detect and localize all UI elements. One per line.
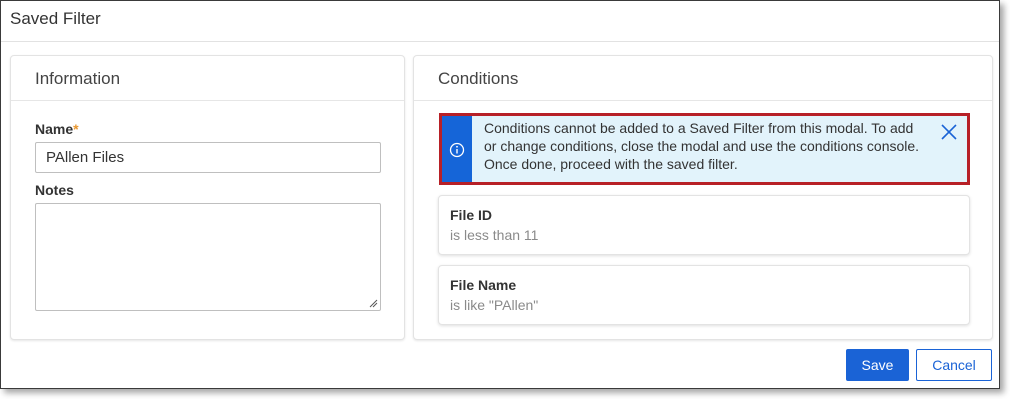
panel-divider xyxy=(11,100,404,101)
condition-operator: is less than 11 xyxy=(450,227,539,243)
info-alert: Conditions cannot be added to a Saved Fi… xyxy=(442,116,967,182)
alert-stripe xyxy=(442,116,472,182)
header-divider xyxy=(1,41,999,42)
condition-operator: is like "PAllen" xyxy=(450,297,539,313)
panel-divider xyxy=(414,100,992,101)
name-label-text: Name xyxy=(35,121,74,137)
alert-message: Conditions cannot be added to a Saved Fi… xyxy=(484,120,920,172)
condition-field: File ID xyxy=(450,207,493,223)
saved-filter-modal: Saved Filter Information Name* Notes Con… xyxy=(0,0,1000,389)
notes-label: Notes xyxy=(35,182,74,198)
save-button[interactable]: Save xyxy=(846,349,909,381)
information-panel: Information Name* Notes xyxy=(10,55,405,340)
resize-grip-icon[interactable] xyxy=(369,299,378,308)
notes-textarea[interactable] xyxy=(35,203,381,311)
condition-card[interactable]: File ID is less than 11 xyxy=(438,195,970,255)
condition-field: File Name xyxy=(450,277,517,293)
information-panel-title: Information xyxy=(35,69,121,88)
required-indicator: * xyxy=(73,121,79,137)
name-input[interactable] xyxy=(35,142,381,173)
name-label: Name* xyxy=(35,121,79,137)
info-icon xyxy=(449,142,465,158)
condition-card[interactable]: File Name is like "PAllen" xyxy=(438,265,970,325)
cancel-button[interactable]: Cancel xyxy=(916,349,992,381)
conditions-panel: Conditions Conditions cannot be added to… xyxy=(413,55,993,340)
alert-highlight-border: Conditions cannot be added to a Saved Fi… xyxy=(439,113,970,185)
modal-title: Saved Filter xyxy=(10,9,101,28)
close-icon[interactable] xyxy=(939,122,959,142)
conditions-panel-title: Conditions xyxy=(438,69,519,88)
